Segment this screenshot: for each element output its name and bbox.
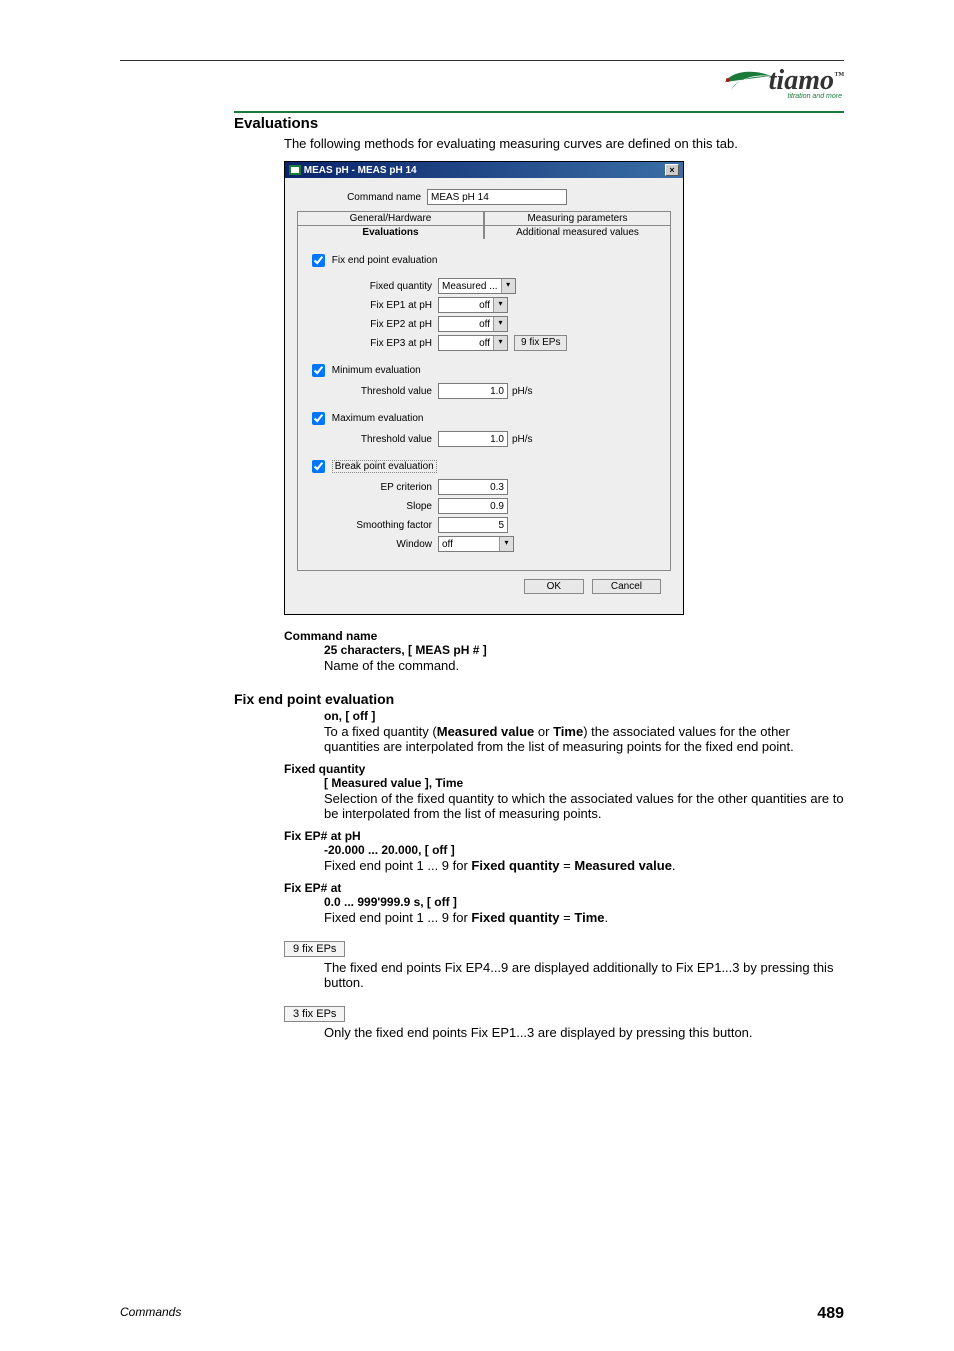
doc-nine-fix-eps-desc: The fixed end points Fix EP4...9 are dis… <box>324 960 844 990</box>
section-heading: Evaluations <box>234 115 844 132</box>
page-number: 489 <box>817 1305 844 1323</box>
chevron-down-icon[interactable]: ▾ <box>499 537 513 551</box>
footer-section: Commands <box>120 1305 181 1323</box>
fix-endpoint-label: Fix end point evaluation <box>332 255 438 266</box>
close-icon[interactable]: × <box>665 164 679 176</box>
chevron-down-icon[interactable]: ▾ <box>493 336 507 350</box>
param-fixep-ph-range: -20.000 ... 20.000, [ off ] <box>324 843 844 857</box>
param-fixep-ph-desc: Fixed end point 1 ... 9 for Fixed quanti… <box>324 858 844 873</box>
max-threshold-input[interactable] <box>438 431 508 447</box>
smoothing-factor-label: Smoothing factor <box>308 520 438 531</box>
slope-label: Slope <box>308 501 438 512</box>
app-icon <box>289 165 301 175</box>
fix-ep1-combo[interactable]: off▾ <box>438 297 508 313</box>
tab-evaluations[interactable]: Evaluations <box>297 225 484 239</box>
cancel-button[interactable]: Cancel <box>592 579 661 594</box>
doc-three-fix-eps-button: 3 fix EPs <box>284 1006 345 1022</box>
fix-ep2-combo[interactable]: off▾ <box>438 316 508 332</box>
fix-endpoint-checkbox[interactable] <box>312 254 325 267</box>
breakpoint-eval-checkbox[interactable] <box>312 460 325 473</box>
max-threshold-label: Threshold value <box>308 434 438 445</box>
chevron-down-icon[interactable]: ▾ <box>493 298 507 312</box>
maximum-eval-checkbox[interactable] <box>312 412 325 425</box>
param-command-name-range: 25 characters, [ MEAS pH # ] <box>324 643 844 657</box>
minimum-eval-checkbox[interactable] <box>312 364 325 377</box>
doc-nine-fix-eps-button: 9 fix EPs <box>284 941 345 957</box>
fix-ep3-label: Fix EP3 at pH <box>308 338 438 349</box>
min-threshold-label: Threshold value <box>308 386 438 397</box>
param-fixep-ph-title: Fix EP# at pH <box>284 829 844 843</box>
param-fixed-quantity-title: Fixed quantity <box>284 762 844 776</box>
ep-criterion-label: EP criterion <box>308 482 438 493</box>
fix-ep2-label: Fix EP2 at pH <box>308 319 438 330</box>
fixed-quantity-label: Fixed quantity <box>308 281 438 292</box>
fixep-onoff-range: on, [ off ] <box>324 709 844 723</box>
tab-measuring-parameters[interactable]: Measuring parameters <box>484 211 671 225</box>
maximum-eval-label: Maximum evaluation <box>332 413 424 424</box>
brand-logo: tiamo™ titration and more <box>725 65 844 100</box>
fix-ep3-combo[interactable]: off▾ <box>438 335 508 351</box>
fix-ep1-label: Fix EP1 at pH <box>308 300 438 311</box>
command-name-input[interactable] <box>427 189 567 205</box>
window-label: Window <box>308 539 438 550</box>
param-command-name-title: Command name <box>284 629 844 643</box>
dialog-titlebar: MEAS pH - MEAS pH 14 × <box>285 162 683 178</box>
chevron-down-icon[interactable]: ▾ <box>501 279 515 293</box>
minimum-eval-label: Minimum evaluation <box>332 365 421 376</box>
param-fixed-quantity-range: [ Measured value ], Time <box>324 776 844 790</box>
param-command-name-desc: Name of the command. <box>324 658 844 673</box>
tab-general[interactable]: General/Hardware <box>297 211 484 225</box>
min-threshold-input[interactable] <box>438 383 508 399</box>
doc-three-fix-eps-desc: Only the fixed end points Fix EP1...3 ar… <box>324 1025 844 1040</box>
ep-criterion-input[interactable] <box>438 479 508 495</box>
fixep-onoff-desc: To a fixed quantity (Measured value or T… <box>324 724 844 754</box>
tab-additional-measured-values[interactable]: Additional measured values <box>484 225 671 239</box>
breakpoint-eval-label: Break point evaluation <box>332 460 437 473</box>
param-fixep-at-range: 0.0 ... 999'999.9 s, [ off ] <box>324 895 844 909</box>
dialog-window: MEAS pH - MEAS pH 14 × Command name Gene… <box>284 161 684 615</box>
swoosh-icon <box>725 66 771 94</box>
slope-input[interactable] <box>438 498 508 514</box>
subsection-fix-endpoint: Fix end point evaluation <box>234 691 844 707</box>
min-threshold-unit: pH/s <box>512 386 533 397</box>
dialog-title-text: MEAS pH - MEAS pH 14 <box>304 165 417 176</box>
nine-fix-eps-button[interactable]: 9 fix EPs <box>514 335 567 351</box>
param-fixed-quantity-desc: Selection of the fixed quantity to which… <box>324 791 844 821</box>
max-threshold-unit: pH/s <box>512 434 533 445</box>
window-combo[interactable]: off▾ <box>438 536 514 552</box>
fixed-quantity-combo[interactable]: Measured ...▾ <box>438 278 516 294</box>
chevron-down-icon[interactable]: ▾ <box>493 317 507 331</box>
command-name-label: Command name <box>297 192 427 203</box>
ok-button[interactable]: OK <box>524 579 584 594</box>
param-fixep-at-title: Fix EP# at <box>284 881 844 895</box>
param-fixep-at-desc: Fixed end point 1 ... 9 for Fixed quanti… <box>324 910 844 925</box>
section-intro: The following methods for evaluating mea… <box>284 136 844 151</box>
smoothing-factor-input[interactable] <box>438 517 508 533</box>
